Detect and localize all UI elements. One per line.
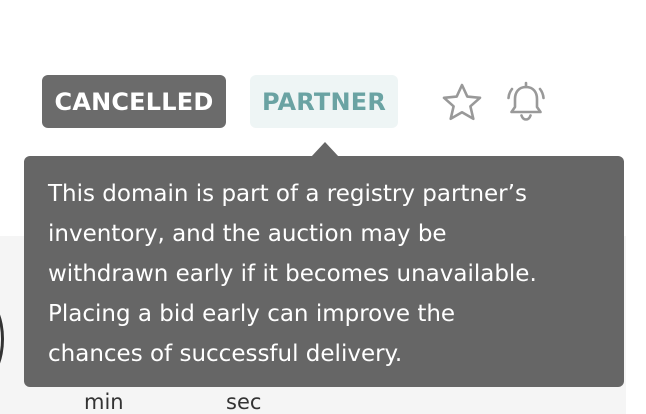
countdown-seconds-label: sec [226, 390, 262, 414]
watch-button[interactable] [440, 80, 484, 124]
cancelled-status-badge: CANCELLED [42, 75, 226, 128]
auction-header: 00 00 min sec CANCELLED PARTNER This dom… [0, 0, 646, 414]
partner-badge[interactable]: PARTNER [250, 75, 398, 128]
tooltip-arrow [311, 142, 339, 157]
partner-tooltip: This domain is part of a registry partne… [24, 156, 624, 387]
bell-icon [507, 81, 545, 121]
star-icon [442, 83, 482, 121]
countdown-minutes-label: min [84, 390, 124, 414]
alert-button[interactable] [504, 80, 548, 124]
partner-tooltip-text: This domain is part of a registry partne… [48, 181, 537, 367]
